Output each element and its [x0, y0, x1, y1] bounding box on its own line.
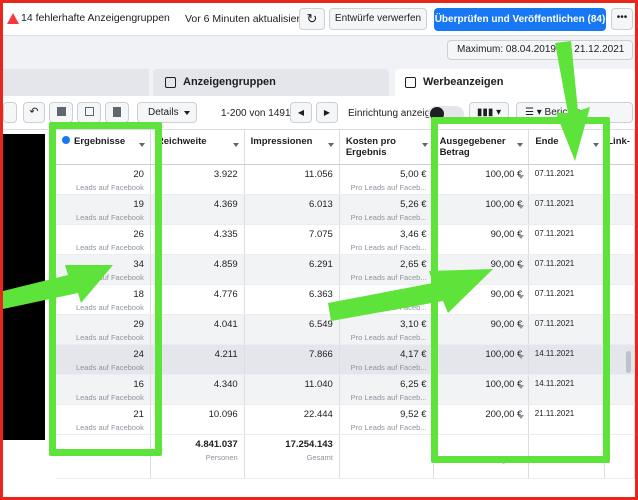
arrow-to-results: [3, 265, 113, 309]
arrow-to-spent: [328, 269, 493, 321]
screenshot-frame: 14 fehlerhafte Anzeigengruppen Vor 6 Min…: [0, 0, 638, 500]
annotation-arrows: [3, 41, 590, 321]
arrow-to-end: [555, 41, 590, 161]
